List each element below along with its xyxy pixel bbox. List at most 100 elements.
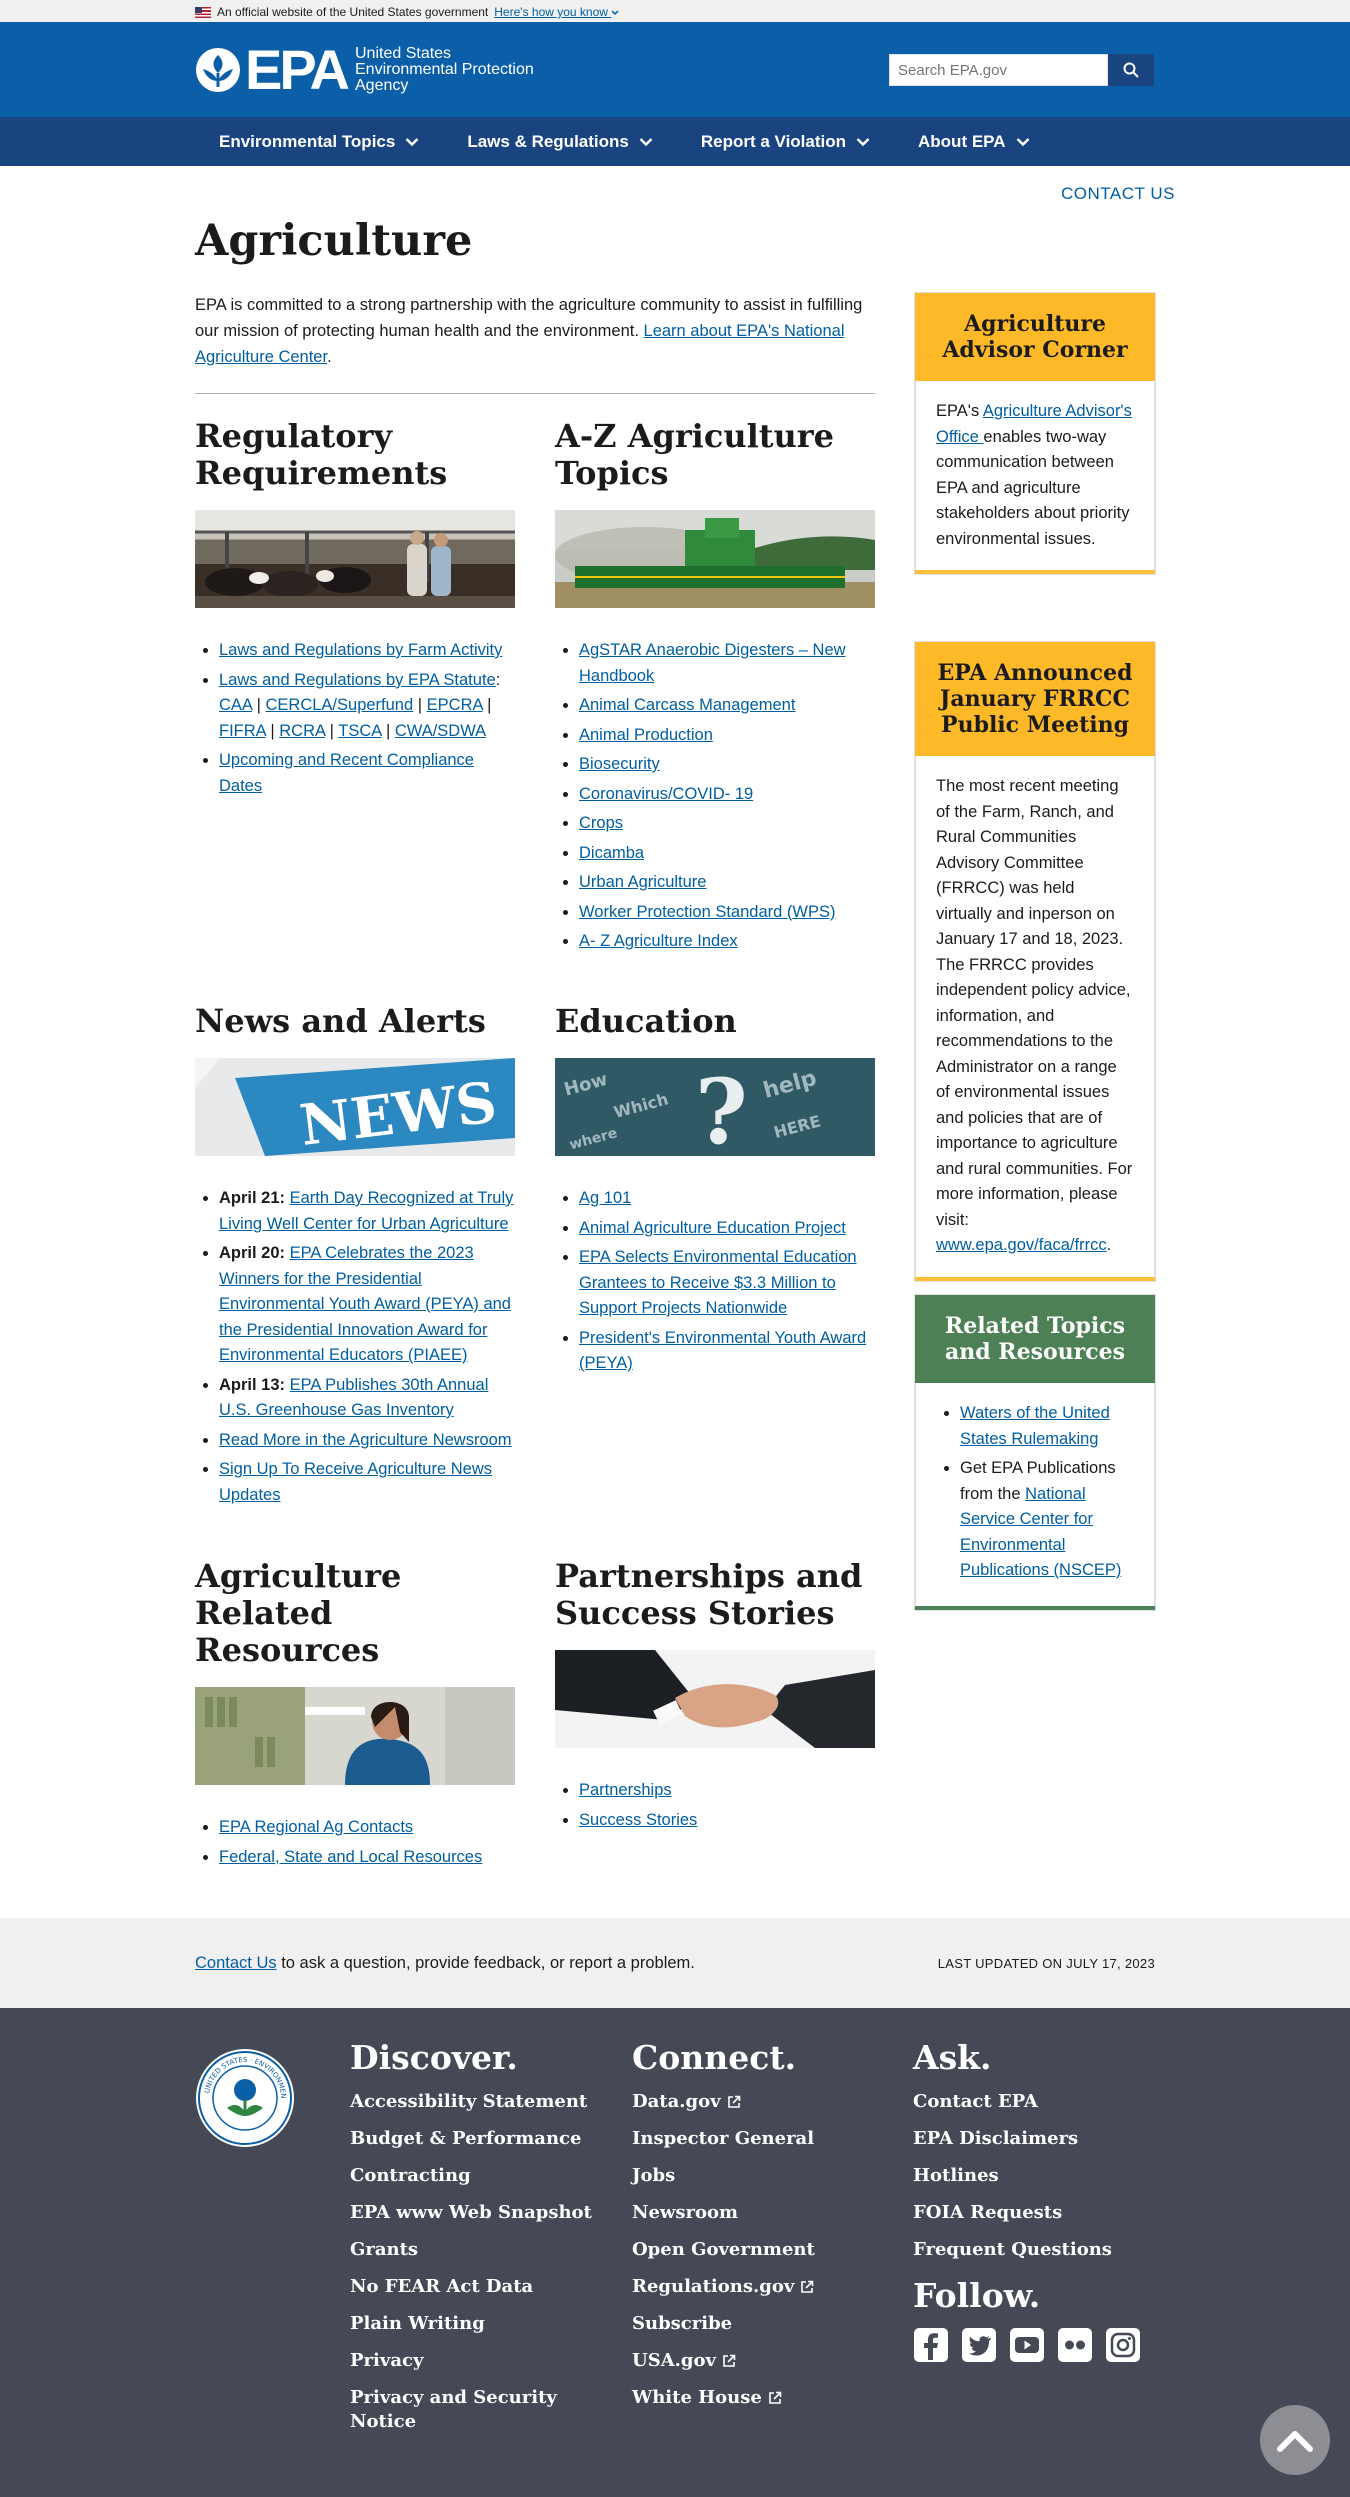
statute-caa-link[interactable]: CAA [219, 696, 252, 714]
footer-link[interactable]: Privacy and Security Notice [350, 2386, 570, 2434]
footer-link[interactable]: Grants [350, 2238, 592, 2262]
footer-link[interactable]: Open Government [632, 2238, 815, 2262]
footer-link[interactable]: FOIA Requests [913, 2201, 1141, 2225]
site-header: EPA United States Environmental Protectio… [0, 22, 1350, 117]
footer-link[interactable]: Subscribe [632, 2312, 815, 2336]
footer-link[interactable]: Data.gov [632, 2090, 815, 2114]
farm-activity-link[interactable]: Laws and Regulations by Farm Activity [219, 641, 502, 659]
footer-heading: Discover. [350, 2038, 518, 2077]
education-link[interactable]: Ag 101 [579, 1189, 631, 1207]
nav-laws-regulations[interactable]: Laws & Regulations [443, 117, 677, 166]
education-link[interactable]: President's Environmental Youth Award (P… [579, 1329, 866, 1373]
az-topic-link[interactable]: AgSTAR Anaerobic Digesters – New Handboo… [579, 641, 846, 685]
footer-link[interactable]: Contact EPA [913, 2090, 1141, 2114]
az-index-link[interactable]: A- Z Agriculture Index [579, 932, 738, 950]
wotus-link[interactable]: Waters of the United States Rulemaking [960, 1404, 1110, 1448]
chevron-up-icon [1277, 2431, 1313, 2452]
divider [195, 393, 875, 394]
news-link[interactable]: EPA Celebrates the 2023 Winners for the … [219, 1244, 511, 1364]
footer-link[interactable]: No FEAR Act Data [350, 2275, 592, 2299]
statute-tsca-link[interactable]: TSCA [338, 722, 381, 740]
epa-statute-link[interactable]: Laws and Regulations by EPA Statute [219, 671, 496, 689]
section-title: Regulatory Requirements [195, 417, 448, 492]
section-resources: Agriculture Related Resources EPA Region… [195, 1558, 515, 1874]
epa-flower-logo-icon [196, 48, 240, 92]
twitter-icon[interactable] [961, 2327, 997, 2363]
az-topic-link[interactable]: Urban Agriculture [579, 873, 706, 891]
footer-link[interactable]: Jobs [632, 2164, 815, 2188]
contact-us-footer-link[interactable]: Contact Us [195, 1954, 277, 1972]
partnerships-link[interactable]: Partnerships [579, 1781, 672, 1799]
footer-link[interactable]: Contracting [350, 2164, 592, 2188]
section-az-topics: A-Z Agriculture Topics AgSTAR Anaerobic … [555, 418, 875, 959]
search-input[interactable] [889, 54, 1108, 86]
footer-link[interactable]: Hotlines [913, 2164, 1141, 2188]
footer-link[interactable]: Regulations.gov [632, 2275, 815, 2299]
az-topic-link[interactable]: Crops [579, 814, 623, 832]
education-image: How Which help HERE where ? [555, 1058, 875, 1156]
footer-heading: Follow. [913, 2275, 1041, 2315]
news-signup-link[interactable]: Sign Up To Receive Agriculture News Upda… [219, 1460, 492, 1504]
site-search [889, 54, 1154, 86]
az-topic-link[interactable]: Biosecurity [579, 755, 660, 773]
footer-link[interactable]: Plain Writing [350, 2312, 592, 2336]
nav-environmental-topics[interactable]: Environmental Topics [195, 117, 443, 166]
footer-link[interactable]: EPA www Web Snapshot [350, 2201, 592, 2225]
statute-rcra-link[interactable]: RCRA [279, 722, 325, 740]
az-topic-link[interactable]: Coronavirus/COVID- 19 [579, 785, 753, 803]
last-updated: LAST UPDATED ON JULY 17, 2023 [937, 1956, 1155, 1971]
footer-link[interactable]: White House [632, 2386, 815, 2410]
statute-fifra-link[interactable]: FIFRA [219, 722, 266, 740]
frrcc-link[interactable]: www.epa.gov/faca/frrcc [936, 1236, 1107, 1254]
facebook-icon[interactable] [913, 2327, 949, 2363]
footer-link[interactable]: Budget & Performance [350, 2127, 592, 2151]
epa-seal-icon[interactable]: UNITED STATES · ENVIRONMENTAL [195, 2048, 295, 2148]
chevron-down-icon [856, 137, 870, 146]
contact-us-link[interactable]: CONTACT US [1061, 181, 1175, 207]
flickr-icon[interactable] [1057, 2327, 1093, 2363]
az-topic-link[interactable]: Animal Carcass Management [579, 696, 795, 714]
education-link[interactable]: Animal Agriculture Education Project [579, 1219, 846, 1237]
box-title: Agriculture Advisor Corner [915, 293, 1155, 381]
az-topic-link[interactable]: Dicamba [579, 844, 644, 862]
svg-text:?: ? [695, 1059, 748, 1156]
federal-resources-link[interactable]: Federal, State and Local Resources [219, 1848, 482, 1866]
us-flag-icon [195, 6, 211, 18]
az-topic-link[interactable]: Worker Protection Standard (WPS) [579, 903, 835, 921]
education-link[interactable]: EPA Selects Environmental Education Gran… [579, 1248, 857, 1317]
epa-logo[interactable]: EPA United States Environmental Protectio… [195, 42, 534, 98]
nav-about-epa[interactable]: About EPA [894, 117, 1054, 166]
cows-barn-image [195, 510, 515, 608]
footer-link[interactable]: EPA Disclaimers [913, 2127, 1141, 2151]
box-body: Waters of the United States Rulemaking G… [915, 1383, 1155, 1606]
regional-contacts-link[interactable]: EPA Regional Ag Contacts [219, 1818, 413, 1836]
news-image: NEWS [195, 1058, 515, 1156]
success-stories-link[interactable]: Success Stories [579, 1811, 697, 1829]
section-title: Agriculture Related Resources [195, 1557, 402, 1669]
statute-cercla-link[interactable]: CERCLA/Superfund [266, 696, 414, 714]
how-you-know-link[interactable]: Here's how you know [494, 3, 619, 21]
section-education: Education How Which help HERE where ? Ag… [555, 1003, 875, 1381]
footer-link[interactable]: Privacy [350, 2349, 592, 2373]
statute-epcra-link[interactable]: EPCRA [427, 696, 483, 714]
compliance-dates-link[interactable]: Upcoming and Recent Compliance Dates [219, 751, 474, 795]
footer-link[interactable]: Frequent Questions [913, 2238, 1141, 2262]
search-button[interactable] [1108, 54, 1154, 86]
external-link-icon [769, 2391, 782, 2404]
footer-link[interactable]: USA.gov [632, 2349, 815, 2373]
statute-cwa-link[interactable]: CWA/SDWA [395, 722, 486, 740]
az-topic-link[interactable]: Animal Production [579, 726, 713, 744]
footer-link[interactable]: Newsroom [632, 2201, 815, 2225]
box-body: The most recent meeting of the Farm, Ran… [915, 756, 1155, 1277]
youtube-icon[interactable] [1009, 2327, 1045, 2363]
nav-report-violation[interactable]: Report a Violation [677, 117, 894, 166]
footer-link[interactable]: Inspector General [632, 2127, 815, 2151]
newsroom-link[interactable]: Read More in the Agriculture Newsroom [219, 1431, 512, 1449]
back-to-top-button[interactable] [1260, 2405, 1330, 2475]
feedback-text: Contact Us to ask a question, provide fe… [195, 1954, 695, 1972]
footer-link[interactable]: Accessibility Statement [350, 2090, 592, 2114]
advisor-corner-box: Agriculture Advisor Corner EPA's Agricul… [915, 293, 1155, 574]
site-footer: UNITED STATES · ENVIRONMENTAL Discover. … [0, 2008, 1350, 2497]
instagram-icon[interactable] [1105, 2327, 1141, 2363]
section-title: Partnerships and Success Stories [555, 1557, 863, 1632]
